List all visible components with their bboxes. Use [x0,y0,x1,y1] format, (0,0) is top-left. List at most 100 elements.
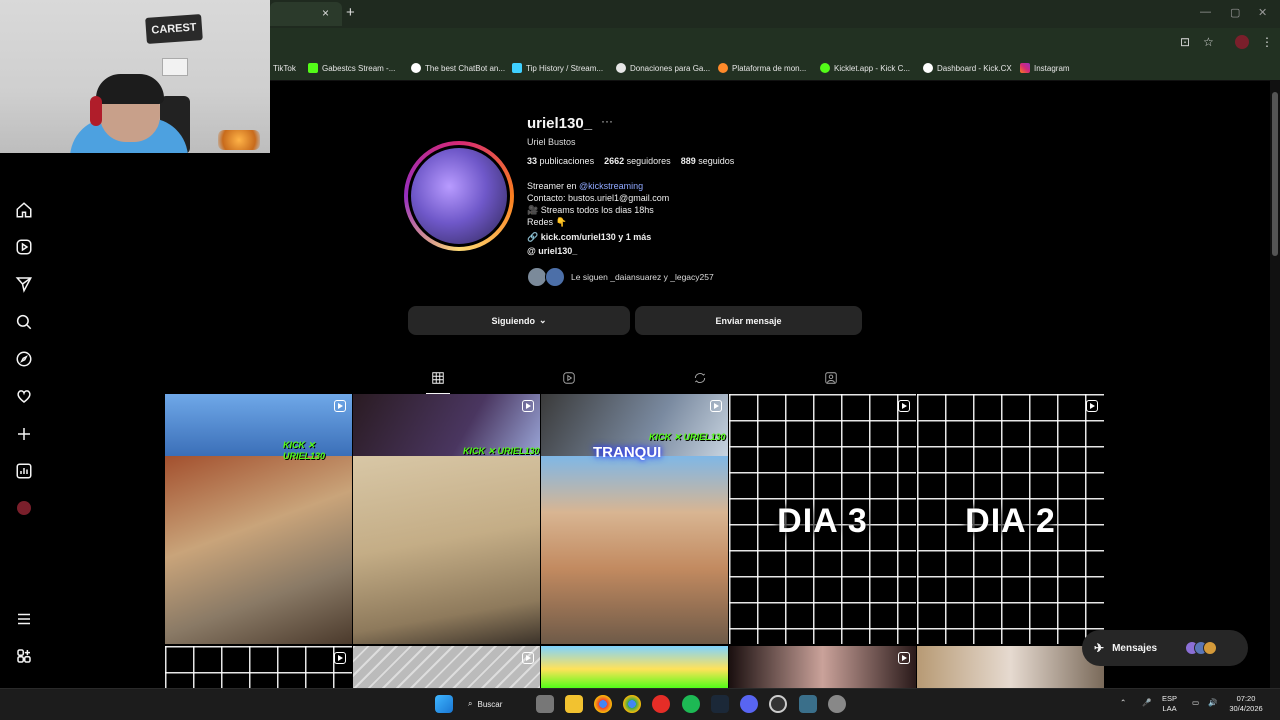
reel-icon [898,652,910,664]
post-thumbnail[interactable]: DIA 3 [729,394,916,644]
system-clock[interactable]: 07:20 30/4/2026 [1226,694,1266,714]
bookmark-item[interactable]: Gabestcs Stream -... [308,61,395,75]
bookmark-item[interactable]: TikTok [273,61,296,75]
close-tab-icon[interactable]: × [322,6,329,20]
app-icon[interactable] [799,695,817,713]
youtube-icon[interactable] [652,695,670,713]
volume-icon[interactable]: 🔊 [1208,698,1217,708]
restore-icon[interactable]: ▢ [1230,6,1240,19]
chrome-profile-icon[interactable] [623,695,641,713]
browser-menu-icon[interactable]: ⋮ [1261,35,1273,49]
tray-overflow-icon[interactable]: ⌃ [1120,698,1126,708]
reposts-tab-icon[interactable] [690,368,710,388]
scrollbar-thumb[interactable] [1272,92,1278,256]
donation-icon [616,63,626,73]
tip-icon [512,63,522,73]
create-plus-icon[interactable] [12,422,36,446]
bio-mention-link[interactable]: @kickstreaming [579,181,643,191]
reels-icon[interactable] [12,235,36,259]
spotify-icon[interactable] [682,695,700,713]
reels-tab-icon[interactable] [559,368,579,388]
bookmark-item[interactable]: Instagram [1020,61,1070,75]
settings-gear-icon[interactable] [828,695,846,713]
threads-link[interactable]: @ uriel130_ [527,246,577,256]
heart-icon[interactable] [12,384,36,408]
mutual-follower-avatar[interactable] [545,267,565,287]
kick-watermark: KICK ✕ URIEL130 [649,432,726,442]
followers-stat[interactable]: 2662 seguidores [604,156,671,166]
post-thumbnail[interactable] [729,646,916,688]
bookmark-item[interactable]: The best ChatBot an... [411,61,505,75]
file-explorer-icon[interactable] [565,695,583,713]
profile-avatar-nav-icon[interactable] [12,496,36,520]
profile-avatar[interactable] [408,145,510,247]
also-from-meta-icon[interactable] [12,644,36,668]
post-thumbnail[interactable]: KICK ✕ URIEL130 TRANQUI [541,394,728,644]
streamer-hair [96,74,164,104]
following-stat[interactable]: 889 seguidos [681,156,735,166]
post-thumbnail[interactable] [353,646,540,688]
post-thumbnail[interactable]: KICK ✕ URIEL130 [165,394,352,644]
taskbar-search[interactable]: ⌕ Buscar [468,694,528,714]
bookmark-item[interactable]: Plataforma de mon... [718,61,806,75]
link-icon: 🔗 [527,232,541,242]
new-tab-icon[interactable]: + [346,4,355,21]
bookmark-item[interactable]: Kicklet.app - Kick C... [820,61,910,75]
kick-watermark: KICK ✕ URIEL130 [463,446,540,456]
wall-frame [162,58,188,76]
task-view-icon[interactable] [536,695,554,713]
bio-line: Contacto: bustos.uriel1@gmail.com [527,193,670,203]
install-app-icon[interactable]: ⊡ [1180,35,1190,49]
message-avatars [1185,641,1218,655]
gameplay-frame [165,456,352,644]
direct-messages-icon[interactable] [12,272,36,296]
post-thumbnail[interactable]: DIA 2 [917,394,1104,644]
followed-by-text[interactable]: Le siguen _daiansuarez y _legacy257 [571,272,714,282]
webcam-overlay: CAREST [0,0,270,153]
following-button[interactable]: Siguiendo ⌄ [408,306,630,335]
bookmark-item[interactable]: Tip History / Stream... [512,61,603,75]
post-caption-overlay: DIA 2 [965,502,1056,540]
network-icon[interactable]: ▭ [1192,698,1199,708]
reel-icon [334,400,346,412]
more-options-icon[interactable]: ··· [601,114,613,128]
steam-icon[interactable] [711,695,729,713]
menu-hamburger-icon[interactable] [12,607,36,631]
explore-icon[interactable] [12,347,36,371]
post-thumbnail[interactable] [165,646,352,688]
microphone-icon[interactable]: 🎤 [1142,698,1151,708]
bookmark-item[interactable]: Dashboard - Kick.CX [923,61,1012,75]
kick-watermark: KICK ✕ URIEL130 [283,440,326,461]
input-language[interactable]: ESP LAA [1162,694,1177,714]
post-thumbnail[interactable] [541,646,728,688]
post-thumbnail[interactable]: KICK ✕ URIEL130 [353,394,540,644]
mutual-follower-avatar[interactable] [527,267,547,287]
post-thumbnail[interactable] [917,646,1104,688]
browser-tab-active[interactable] [270,2,342,26]
profile-link[interactable]: 🔗 kick.com/uriel130 y 1 más [527,232,651,243]
discord-icon[interactable] [740,695,758,713]
gameplay-frame [541,456,728,644]
home-icon[interactable] [12,198,36,222]
search-icon[interactable] [12,310,36,334]
posts-grid-tab-icon[interactable] [428,368,448,388]
close-window-icon[interactable]: ✕ [1258,6,1267,19]
dashboard-icon[interactable] [12,459,36,483]
posts-stat[interactable]: 33 publicaciones [527,156,594,166]
bio-line: Redes 👇 [527,217,567,227]
bookmark-star-icon[interactable]: ☆ [1203,35,1214,49]
messages-pill[interactable]: ✈ Mensajes [1082,630,1248,666]
bookmark-item[interactable]: Donaciones para Ga... [616,61,710,75]
send-message-button[interactable]: Enviar mensaje [635,306,862,335]
obs-icon[interactable] [769,695,787,713]
direct-messages-icon: ✈ [1094,641,1105,655]
profile-stats: 33 publicaciones 2662 seguidores 889 seg… [527,156,734,166]
profile-avatar-icon[interactable] [1235,35,1249,49]
reel-icon [522,652,534,664]
profile-username: uriel130_ [527,115,593,132]
gameplay-frame [353,456,540,644]
chrome-icon[interactable] [594,695,612,713]
minimize-icon[interactable]: — [1200,6,1211,18]
windows-start-icon[interactable] [435,695,453,713]
tagged-tab-icon[interactable] [821,368,841,388]
